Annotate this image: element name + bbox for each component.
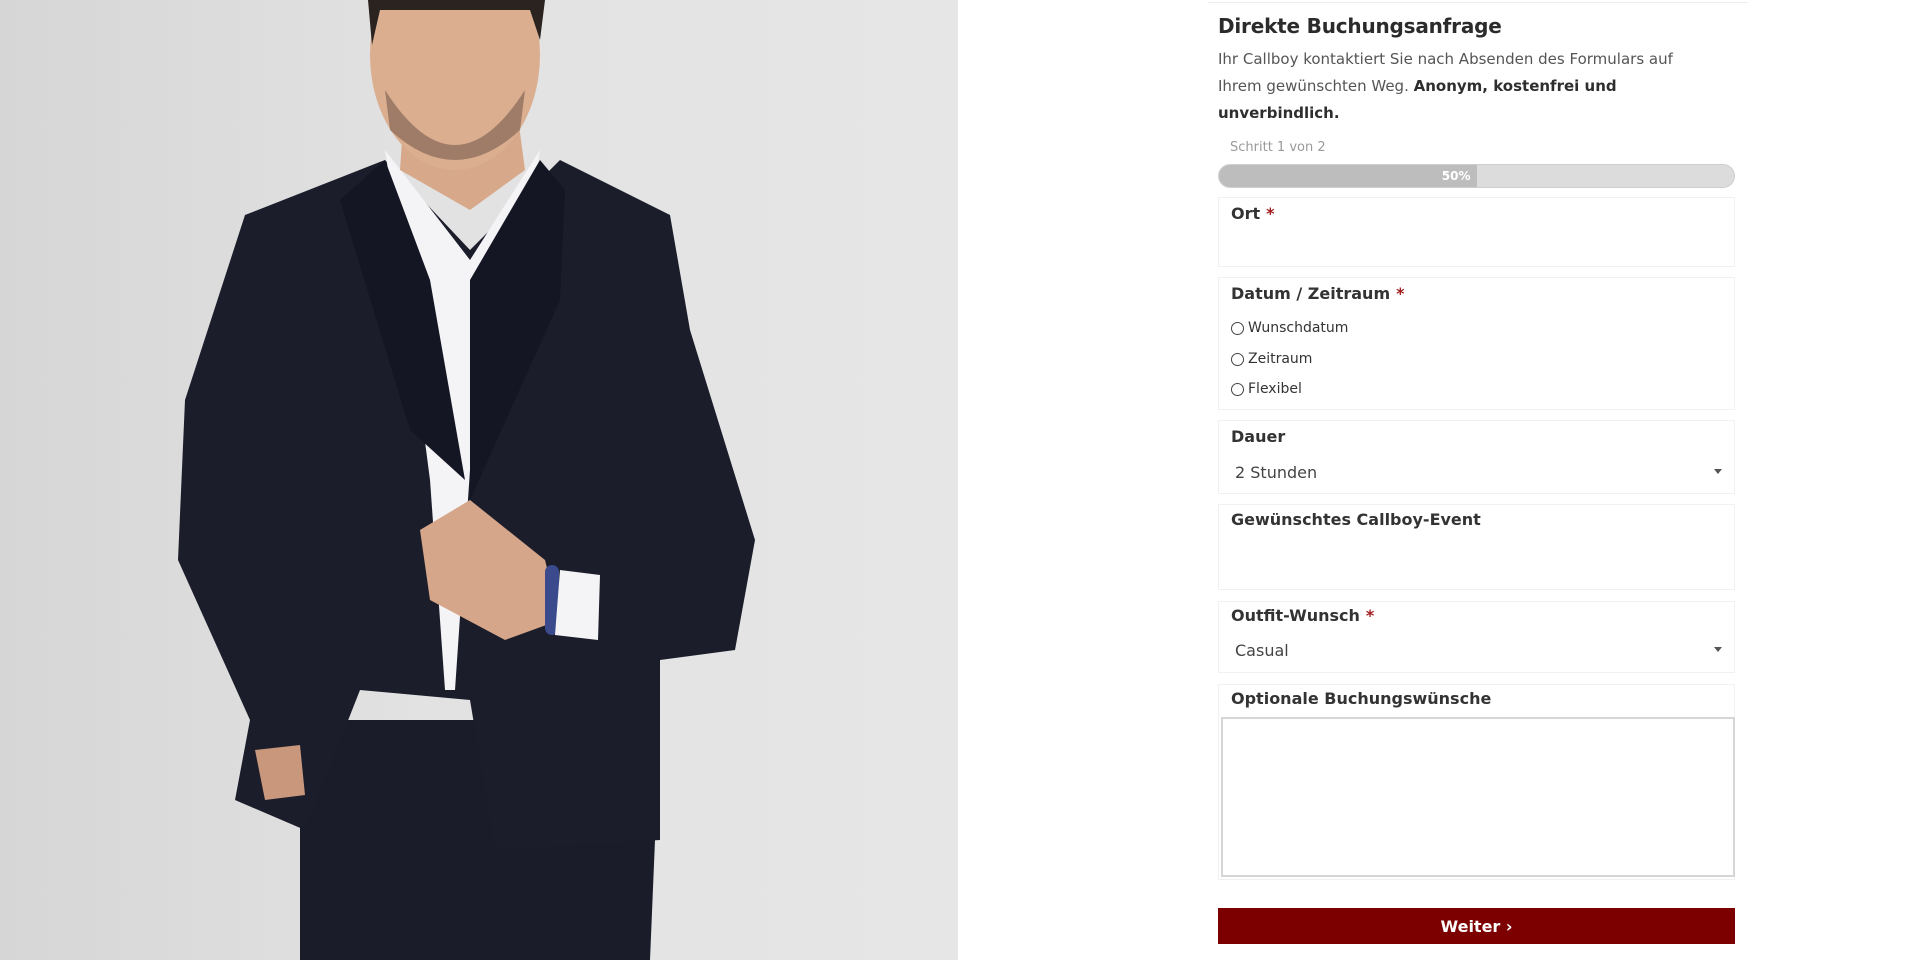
field-outfit-wunsch: Outfit-Wunsch * Casual — [1218, 601, 1735, 673]
chevron-down-icon[interactable] — [1714, 469, 1722, 474]
required-marker: * — [1365, 606, 1375, 625]
event-label: Gewünschtes Callboy-Event — [1231, 510, 1481, 529]
progress-fill: 50% — [1219, 165, 1477, 187]
radio-wunschdatum[interactable]: Wunschdatum — [1231, 318, 1348, 338]
ort-label: Ort * — [1231, 204, 1275, 223]
dauer-select[interactable]: 2 Stunden — [1219, 454, 1734, 490]
radio-label: Wunschdatum — [1248, 320, 1349, 336]
radio-label: Flexibel — [1248, 381, 1302, 397]
chevron-down-icon[interactable] — [1714, 647, 1722, 652]
outfit-label: Outfit-Wunsch * — [1231, 606, 1374, 625]
outfit-label-text: Outfit-Wunsch — [1231, 606, 1360, 625]
radio-circle-icon[interactable] — [1231, 382, 1244, 396]
wuensche-label: Optionale Buchungswünsche — [1231, 689, 1492, 708]
step-indicator: Schritt 1 von 2 — [1230, 140, 1326, 155]
field-dauer: Dauer 2 Stunden — [1218, 420, 1735, 494]
required-marker: * — [1266, 204, 1275, 223]
man-in-dark-suit-photo — [178, 0, 755, 960]
datum-label-text: Datum / Zeitraum — [1231, 284, 1391, 303]
radio-label: Zeitraum — [1248, 351, 1313, 367]
weiter-button[interactable]: Weiter › — [1218, 908, 1735, 944]
progress-bar: 50% — [1218, 164, 1735, 188]
dauer-label: Dauer — [1231, 427, 1286, 446]
outfit-select[interactable]: Casual — [1219, 632, 1734, 668]
divider — [1208, 2, 1748, 3]
radio-zeitraum[interactable]: Zeitraum — [1231, 349, 1312, 369]
ort-label-text: Ort — [1231, 204, 1261, 223]
booking-form-panel: Direkte Buchungsanfrage Ihr Callboy kont… — [958, 0, 1920, 960]
field-datum-zeitraum: Datum / Zeitraum * Wunschdatum Zeitraum F… — [1218, 277, 1735, 410]
progress-label: 50% — [1441, 169, 1471, 183]
form-title: Direkte Buchungsanfrage — [1218, 14, 1502, 38]
field-ort[interactable]: Ort * — [1218, 197, 1735, 267]
field-optionale-wuensche: Optionale Buchungswünsche — [1218, 684, 1735, 880]
wuensche-textarea[interactable] — [1221, 717, 1735, 877]
dauer-selected-value: 2 Stunden — [1235, 462, 1318, 482]
radio-circle-icon[interactable] — [1231, 321, 1244, 335]
model-photo — [0, 0, 958, 960]
datum-label: Datum / Zeitraum * — [1231, 284, 1404, 303]
field-callboy-event[interactable]: Gewünschtes Callboy-Event — [1218, 504, 1735, 590]
radio-circle-icon[interactable] — [1231, 352, 1244, 366]
outfit-selected-value: Casual — [1235, 640, 1289, 660]
required-marker: * — [1396, 284, 1405, 303]
radio-flexibel[interactable]: Flexibel — [1231, 379, 1302, 399]
form-intro: Ihr Callboy kontaktiert Sie nach Absende… — [1218, 46, 1696, 127]
